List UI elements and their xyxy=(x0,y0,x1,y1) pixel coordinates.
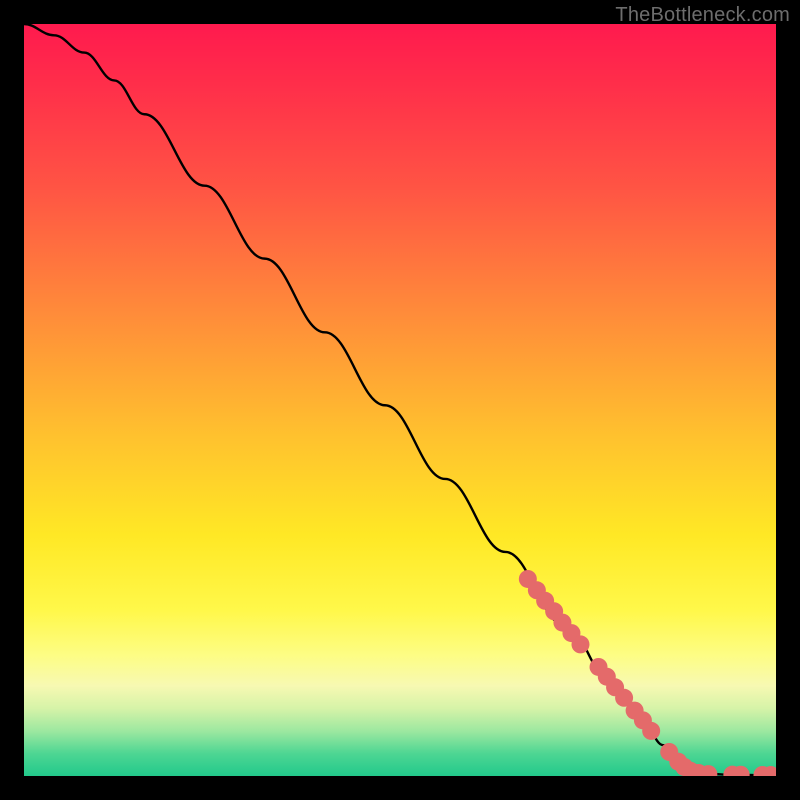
data-marker xyxy=(642,722,660,740)
data-markers-group xyxy=(519,570,776,776)
bottleneck-curve-plot xyxy=(24,24,776,776)
bottleneck-curve-line xyxy=(24,24,776,775)
data-marker xyxy=(571,635,589,653)
plot-frame xyxy=(24,24,776,776)
